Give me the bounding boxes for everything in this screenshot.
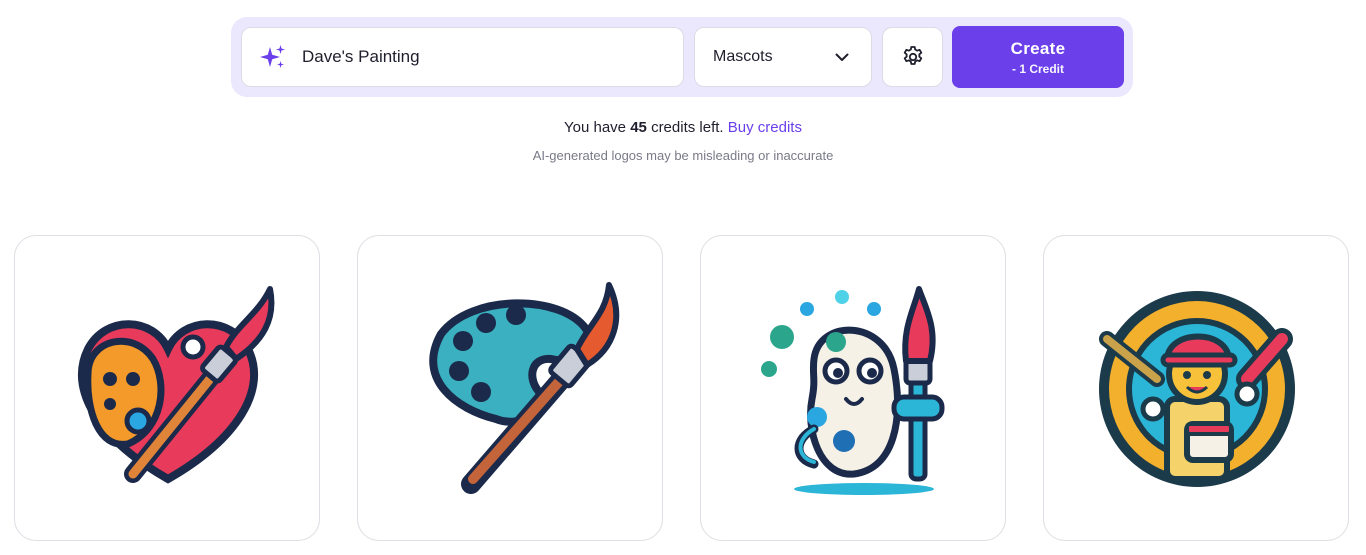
create-button[interactable]: Create - 1 Credit xyxy=(952,26,1124,88)
logo-result-card[interactable] xyxy=(14,235,320,541)
credits-prefix: You have xyxy=(564,119,627,136)
painter-mascot-badge-logo xyxy=(1099,291,1295,487)
logo-result-card[interactable] xyxy=(357,235,663,541)
buy-credits-link[interactable]: Buy credits xyxy=(728,119,802,136)
style-dropdown[interactable]: Mascots xyxy=(694,27,872,87)
logo-result-card[interactable] xyxy=(1043,235,1349,541)
settings-button[interactable] xyxy=(882,27,943,87)
credits-line: You have 45 credits left. Buy credits xyxy=(0,119,1366,136)
credits-count: 45 xyxy=(630,119,647,136)
disclaimer-text: AI-generated logos may be misleading or … xyxy=(532,148,834,163)
chevron-down-icon xyxy=(835,53,849,61)
sparkle-icon xyxy=(260,45,285,68)
heart-palette-brush-logo xyxy=(77,286,275,484)
create-button-label: Create xyxy=(1010,38,1066,58)
generator-toolbar: Mascots Create - 1 Credit xyxy=(231,17,1133,97)
logo-result-card[interactable] xyxy=(700,235,1006,541)
prompt-field[interactable] xyxy=(241,27,684,87)
prompt-input[interactable] xyxy=(302,47,642,67)
teal-palette-brush-logo xyxy=(429,282,620,494)
gear-icon xyxy=(903,46,922,65)
style-dropdown-value: Mascots xyxy=(713,48,773,65)
palette-mascot-logo xyxy=(761,286,945,495)
create-button-cost: - 1 Credit xyxy=(1011,61,1064,76)
credits-suffix: credits left. xyxy=(651,119,724,136)
